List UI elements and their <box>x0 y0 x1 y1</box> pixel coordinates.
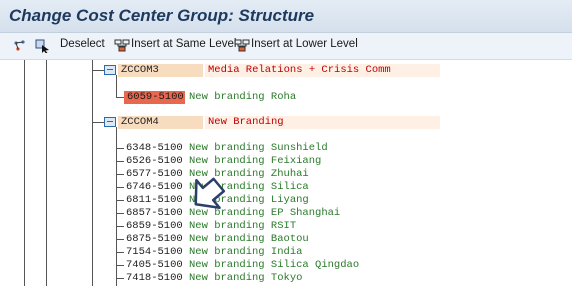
tree-guide-line <box>116 127 117 286</box>
cost-center-description: New branding Tokyo <box>189 272 303 284</box>
cost-center-code[interactable]: 6577-5100 <box>126 168 183 181</box>
cost-center-description: New branding Sunshield <box>189 142 328 154</box>
group-description: Media Relations + Crisis Comm <box>205 64 440 77</box>
cost-center-description: New branding RSIT <box>189 220 297 232</box>
cost-center-code[interactable]: 6348-5100 <box>126 142 183 155</box>
cost-center-description: New branding Silica Qingdao <box>189 259 360 271</box>
hierarchy-tree: ZCCOM3 Media Relations + Crisis Comm 605… <box>0 60 572 286</box>
tree-connector <box>92 70 104 71</box>
tree-connector <box>116 187 124 188</box>
tree-connector <box>116 97 124 98</box>
cost-center-code[interactable]: 7418-5100 <box>126 272 183 285</box>
insert-lower-level-icon[interactable] <box>234 39 250 53</box>
tree-guide-line <box>92 60 93 286</box>
cost-center-description: New branding Baotou <box>189 233 309 245</box>
selected-cost-center-node[interactable]: 6059-5100 <box>124 91 185 104</box>
tree-connector <box>116 200 124 201</box>
insert-same-level-icon[interactable] <box>114 39 130 53</box>
group-description: New Branding <box>205 116 440 129</box>
tree-guide-line <box>116 75 117 97</box>
tree-connector <box>116 278 124 279</box>
select-cursor-icon[interactable] <box>35 39 51 53</box>
tree-guide-line <box>24 60 25 286</box>
tree-connector <box>116 213 124 214</box>
expand-subtree-icon[interactable] <box>12 39 28 53</box>
tree-connector <box>116 239 124 240</box>
cost-center-code[interactable]: 7154-5100 <box>126 246 183 259</box>
insert-lower-level-button[interactable]: Insert at Lower Level <box>251 38 358 55</box>
tree-connector <box>116 148 124 149</box>
cost-center-description: New branding Feixiang <box>189 155 322 167</box>
cost-center-code[interactable]: 6875-5100 <box>126 233 183 246</box>
folder-icon[interactable] <box>104 117 116 127</box>
folder-icon[interactable] <box>104 65 116 75</box>
tree-connector <box>116 226 124 227</box>
title-bar: Change Cost Center Group: Structure <box>0 0 572 33</box>
tree-guide-line <box>46 60 47 286</box>
group-node-zccom4[interactable]: ZCCOM4 <box>118 116 203 129</box>
cost-center-description: New branding Roha <box>189 91 297 103</box>
cost-center-code[interactable]: 6857-5100 <box>126 207 183 220</box>
tree-connector <box>92 122 104 123</box>
deselect-button[interactable]: Deselect <box>60 38 105 55</box>
group-node-zccom3[interactable]: ZCCOM3 <box>118 64 203 77</box>
tree-connector <box>116 252 124 253</box>
cost-center-code[interactable]: 6859-5100 <box>126 220 183 233</box>
cost-center-code[interactable]: 7405-5100 <box>126 259 183 272</box>
cost-center-code[interactable]: 6526-5100 <box>126 155 183 168</box>
tree-connector <box>116 161 124 162</box>
cost-center-code[interactable]: 6746-5100 <box>126 181 183 194</box>
insert-same-level-button[interactable]: Insert at Same Level <box>131 38 236 55</box>
mouse-pointer-arrow-icon <box>194 177 226 210</box>
cost-center-description: New branding India <box>189 246 303 258</box>
application-toolbar: Deselect Insert at Same Level Insert at … <box>0 33 572 91</box>
cost-center-code[interactable]: 6811-5100 <box>126 194 183 207</box>
page-title: Change Cost Center Group: Structure <box>9 6 315 25</box>
tree-connector <box>116 174 124 175</box>
tree-connector <box>116 265 124 266</box>
